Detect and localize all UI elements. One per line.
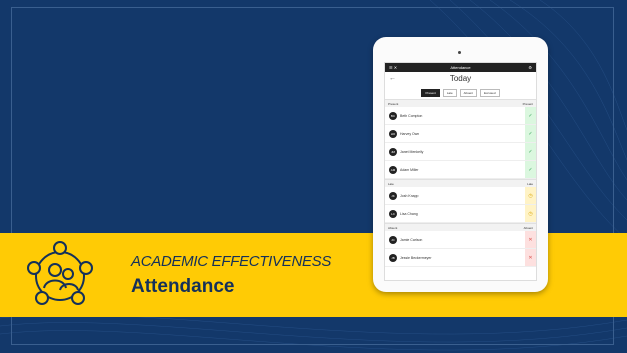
check-icon[interactable]: ✓ bbox=[525, 125, 536, 142]
avatar: AM bbox=[389, 165, 397, 174]
check-icon[interactable]: ✓ bbox=[525, 107, 536, 124]
student-name: Harvey Own bbox=[400, 131, 420, 136]
gear-icon[interactable]: ⚙ bbox=[528, 65, 532, 70]
avatar: BC bbox=[389, 111, 397, 120]
student-name: Adam Miller bbox=[400, 167, 419, 172]
section-right-label: Late bbox=[527, 181, 533, 186]
clock-icon[interactable]: ◷ bbox=[525, 187, 536, 204]
filter-absent[interactable]: Absent bbox=[459, 89, 477, 97]
student-name: Jessie Beckermeyer bbox=[400, 255, 432, 260]
clock-icon[interactable]: ◷ bbox=[525, 205, 536, 222]
student-name: Josh Knapp bbox=[400, 193, 419, 198]
student-name: Lisa Chang bbox=[400, 211, 418, 216]
day-label: Today bbox=[449, 74, 472, 83]
section-right-label: Absent bbox=[523, 225, 533, 230]
student-row[interactable]: JM Janet Menkelly ✓ bbox=[385, 143, 536, 161]
check-icon[interactable]: ✓ bbox=[525, 143, 536, 160]
check-icon[interactable]: ✓ bbox=[525, 161, 536, 178]
avatar: HO bbox=[389, 129, 397, 138]
section-absent: Absent Absent bbox=[385, 223, 536, 231]
slide: ACADEMIC EFFECTIVENESS Attendance ☰ ✕ At… bbox=[0, 0, 627, 353]
section-label: Late bbox=[388, 181, 394, 186]
student-row[interactable]: JB Jessie Beckermeyer ✕ bbox=[385, 249, 536, 267]
section-label: Present bbox=[388, 101, 399, 106]
section-present: Present Present bbox=[385, 99, 536, 107]
student-name: Beth Compton bbox=[400, 113, 423, 118]
app-topbar: ☰ ✕ Attendance ⚙ bbox=[385, 63, 536, 72]
avatar: LC bbox=[389, 209, 397, 218]
section-label: Absent bbox=[388, 225, 398, 230]
student-name: Jamie Carlson bbox=[400, 237, 423, 242]
app-topbar-title: Attendance bbox=[450, 65, 471, 70]
student-row[interactable]: JK Josh Knapp ◷ bbox=[385, 187, 536, 205]
section-right-label: Present bbox=[522, 101, 533, 106]
avatar: JC bbox=[389, 235, 397, 244]
avatar: JB bbox=[389, 253, 397, 262]
avatar: JK bbox=[389, 191, 397, 200]
student-row[interactable]: LC Lisa Chang ◷ bbox=[385, 205, 536, 223]
student-row[interactable]: BC Beth Compton ✓ bbox=[385, 107, 536, 125]
app-screen: ☰ ✕ Attendance ⚙ ← Today Present Late Ab… bbox=[384, 62, 537, 281]
student-row[interactable]: HO Harvey Own ✓ bbox=[385, 125, 536, 143]
filter-tabs: Present Late Absent Excused bbox=[385, 87, 536, 99]
academic-network-icon bbox=[27, 241, 93, 305]
tablet-camera bbox=[458, 51, 461, 54]
filter-present[interactable]: Present bbox=[421, 89, 440, 97]
student-name: Janet Menkelly bbox=[400, 149, 424, 154]
banner-title: Attendance bbox=[131, 276, 235, 297]
banner-subtitle: ACADEMIC EFFECTIVENESS bbox=[131, 253, 332, 270]
section-late: Late Late bbox=[385, 179, 536, 187]
student-row[interactable]: AM Adam Miller ✓ bbox=[385, 161, 536, 179]
avatar: JM bbox=[389, 147, 397, 156]
x-icon[interactable]: ✕ bbox=[525, 231, 536, 248]
menu-icon[interactable]: ☰ ✕ bbox=[389, 65, 397, 70]
x-icon[interactable]: ✕ bbox=[525, 249, 536, 266]
tablet-device: ☰ ✕ Attendance ⚙ ← Today Present Late Ab… bbox=[373, 37, 548, 292]
filter-late[interactable]: Late bbox=[442, 89, 457, 97]
date-nav: ← Today bbox=[385, 72, 536, 87]
student-row[interactable]: JC Jamie Carlson ✕ bbox=[385, 231, 536, 249]
filter-excused[interactable]: Excused bbox=[480, 89, 500, 97]
